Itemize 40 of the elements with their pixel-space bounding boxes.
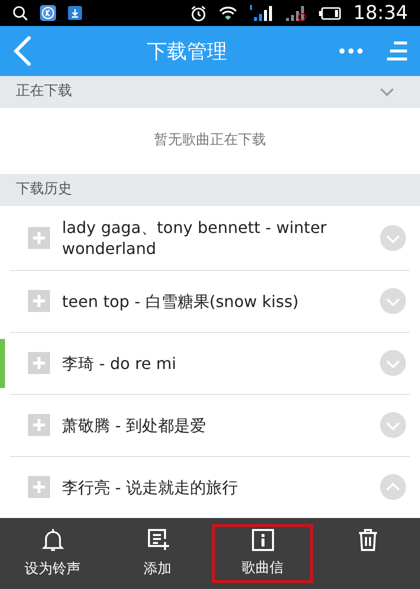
section-title: 下载历史 xyxy=(16,180,72,200)
section-header[interactable]: 下载历史 xyxy=(0,174,420,206)
section-title: 正在下载 xyxy=(16,82,72,102)
chevron-down-icon[interactable] xyxy=(378,86,396,98)
back-icon xyxy=(12,34,32,67)
alarm-icon xyxy=(190,4,208,22)
add-icon[interactable] xyxy=(28,352,50,374)
signal-icon xyxy=(249,4,274,22)
battery-icon xyxy=(319,6,342,20)
no-sim-signal-icon xyxy=(285,4,308,22)
download-icon xyxy=(68,6,82,20)
page-title: 下载管理 xyxy=(147,38,227,65)
add-icon[interactable] xyxy=(28,226,50,249)
song-title: teen top - 白雪糖果(snow kiss) xyxy=(62,290,300,312)
add-icon[interactable] xyxy=(28,414,50,436)
bell-icon xyxy=(40,526,66,553)
wifi-icon xyxy=(219,6,238,20)
more-icon xyxy=(339,48,363,54)
chevron-down-icon[interactable] xyxy=(380,288,406,314)
app-icon xyxy=(40,5,56,21)
song-title: 萧敬腾 - 到处都是爱 xyxy=(62,414,207,436)
toolbar-button[interactable]: 歌曲信 xyxy=(212,524,313,583)
search-icon xyxy=(12,5,28,21)
song-title: 李行亮 - 说走就走的旅行 xyxy=(62,476,239,498)
chevron-down-icon[interactable] xyxy=(380,350,406,376)
song-title: lady gaga、tony bennett - winter wonderland xyxy=(62,216,328,259)
menu-button[interactable] xyxy=(386,40,408,62)
chevron-down-icon[interactable] xyxy=(380,412,406,438)
chevron-down-icon[interactable] xyxy=(380,224,406,251)
clock-time: 18:34 xyxy=(353,0,408,26)
toolbar-button[interactable]: 设为铃声 xyxy=(0,518,105,589)
menu-icon xyxy=(386,40,408,61)
chevron-up-icon[interactable] xyxy=(380,474,406,500)
song-title: 李琦 - do re mi xyxy=(62,352,178,374)
section-header[interactable]: 正在下载 xyxy=(0,76,420,108)
info-icon xyxy=(250,528,274,552)
add-icon[interactable] xyxy=(28,290,50,312)
add-icon[interactable] xyxy=(28,476,50,498)
toolbar-button[interactable]: 添加 xyxy=(105,518,210,589)
empty-message: 暂无歌曲正在下载 xyxy=(154,131,266,150)
